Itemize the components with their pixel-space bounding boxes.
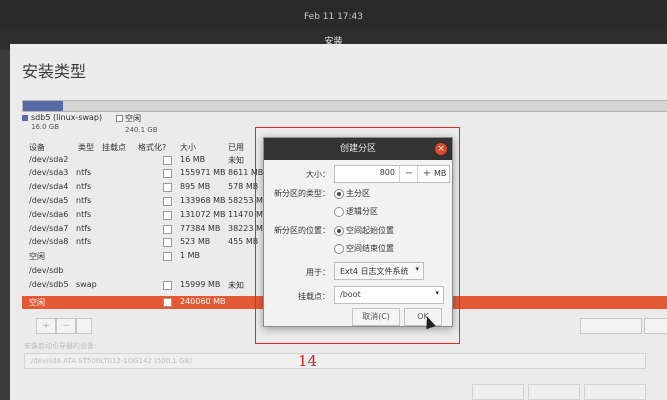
remove-partition-button[interactable]: − (56, 318, 76, 334)
bootloader-device: /dev/sda ATA ST500LT012-1DG142 (500.1 GB… (31, 357, 193, 365)
used-cell: 未知 (228, 156, 244, 165)
device-cell: 空闲 (29, 252, 45, 261)
format-checkbox[interactable] (163, 183, 172, 192)
type-cell: swap (76, 280, 97, 289)
disk-bar-swap-segment (23, 101, 63, 111)
device-cell: /dev/sda8 (29, 237, 69, 246)
size-cell: 15999 MB (180, 280, 221, 289)
size-cell: 133968 MB (180, 196, 226, 205)
type-cell: ntfs (76, 196, 92, 205)
back-button[interactable] (472, 384, 524, 400)
bootloader-label: 安装启动引导器的设备: (24, 342, 97, 350)
size-cell: 523 MB (180, 237, 211, 246)
column-device[interactable]: 设备 (29, 142, 45, 153)
legend-swap-name: sdb5 (linux-swap) (31, 113, 103, 122)
legend-swap-size: 16.0 GB (31, 123, 60, 131)
annotation-number: 14 (298, 352, 318, 370)
type-cell: ntfs (76, 224, 92, 233)
device-cell: /dev/sda6 (29, 210, 69, 219)
format-checkbox[interactable] (163, 225, 172, 234)
clock: Feb 11 17:43 (303, 12, 364, 22)
legend-free-size: 240.1 GB (125, 126, 158, 134)
legend-free-name: 空闲 (125, 114, 141, 123)
new-partition-table-button[interactable] (580, 318, 642, 334)
bootloader-select[interactable]: /dev/sda ATA ST500LT012-1DG142 (500.1 GB… (24, 353, 646, 369)
device-cell: /dev/sda4 (29, 182, 69, 191)
free-legend-swatch (116, 115, 123, 122)
device-cell: 空闲 (29, 298, 45, 307)
format-checkbox[interactable] (163, 156, 172, 165)
add-partition-button[interactable]: + (36, 318, 56, 334)
size-cell: 16 MB (180, 155, 206, 164)
size-cell: 895 MB (180, 182, 211, 191)
device-cell: /dev/sdb (29, 266, 64, 275)
size-cell: 155971 MB (180, 168, 226, 177)
revert-button[interactable] (644, 318, 667, 334)
size-cell: 1 MB (180, 251, 201, 260)
device-cell: /dev/sdb5 (29, 280, 69, 289)
used-cell: 578 MB (228, 182, 259, 191)
size-cell: 131072 MB (180, 210, 226, 219)
column-format[interactable]: 格式化? (138, 142, 166, 153)
format-checkbox[interactable] (163, 211, 172, 220)
used-cell: 未知 (228, 281, 244, 290)
format-checkbox[interactable] (163, 298, 172, 307)
column-used[interactable]: 已用 (228, 142, 244, 153)
device-cell: /dev/sda3 (29, 168, 69, 177)
device-cell: /dev/sda7 (29, 224, 69, 233)
format-checkbox[interactable] (163, 197, 172, 206)
disk-usage-bar (22, 100, 667, 112)
annotation-highlight-frame (255, 127, 460, 344)
device-cell: /dev/sda5 (29, 196, 69, 205)
size-cell: 240060 MB (180, 297, 226, 306)
quit-button[interactable] (528, 384, 580, 400)
format-checkbox[interactable] (163, 281, 172, 290)
type-cell: ntfs (76, 168, 92, 177)
used-cell: 455 MB (228, 237, 259, 246)
type-cell: ntfs (76, 237, 92, 246)
page-title: 安装类型 (22, 62, 87, 81)
size-cell: 77384 MB (180, 224, 221, 233)
column-mount[interactable]: 挂载点 (102, 142, 126, 153)
type-cell: ntfs (76, 182, 92, 191)
install-now-button[interactable] (584, 384, 646, 400)
column-type[interactable]: 类型 (78, 142, 94, 153)
change-partition-button[interactable] (76, 318, 92, 334)
format-checkbox[interactable] (163, 238, 172, 247)
device-cell: /dev/sda2 (29, 155, 69, 164)
type-cell: ntfs (76, 210, 92, 219)
format-checkbox[interactable] (163, 252, 172, 261)
column-size[interactable]: 大小 (180, 142, 196, 153)
format-checkbox[interactable] (163, 169, 172, 178)
swap-legend-swatch (22, 115, 28, 121)
